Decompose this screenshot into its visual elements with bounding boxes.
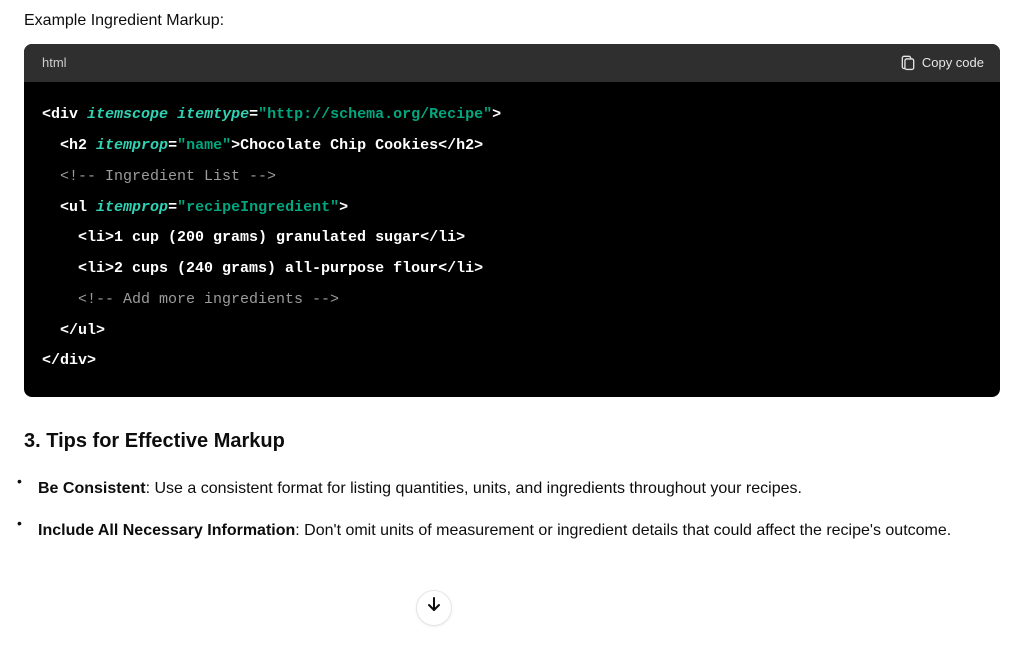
code-token: <li>2 cups (240 grams) all-purpose flour… (78, 260, 483, 277)
code-token: > (492, 106, 501, 123)
code-token: <ul (60, 199, 87, 216)
code-token: </div> (42, 352, 96, 369)
code-token: itemprop (96, 137, 168, 154)
code-token: itemscope (87, 106, 168, 123)
list-item: Be Consistent: Use a consistent format f… (24, 475, 1000, 503)
code-token: > (339, 199, 348, 216)
copy-code-button[interactable]: Copy code (901, 53, 984, 74)
code-header: html Copy code (24, 44, 1000, 83)
code-block: html Copy code <div itemscope itemtype="… (24, 44, 1000, 398)
tip-body: : Don't omit units of measurement or ing… (295, 522, 951, 539)
scroll-down-button[interactable] (416, 590, 452, 626)
code-token: <li>1 cup (200 grams) granulated sugar</… (78, 229, 465, 246)
arrow-down-icon (426, 595, 442, 621)
section-heading: 3. Tips for Effective Markup (24, 425, 1000, 457)
code-comment: <!-- Ingredient List --> (60, 168, 276, 185)
code-token: itemprop (96, 199, 168, 216)
clipboard-icon (901, 55, 915, 71)
tip-title: Include All Necessary Information (38, 522, 295, 539)
code-token: "name" (177, 137, 231, 154)
code-token: </ul> (60, 322, 105, 339)
code-language-label: html (42, 53, 67, 74)
code-token: itemtype (177, 106, 249, 123)
tip-body: : Use a consistent format for listing qu… (146, 480, 802, 497)
list-item: Include All Necessary Information: Don't… (24, 517, 1000, 545)
code-body: <div itemscope itemtype="http://schema.o… (24, 82, 1000, 397)
code-token: <div (42, 106, 78, 123)
tip-title: Be Consistent (38, 480, 146, 497)
code-token: "recipeIngredient" (177, 199, 339, 216)
copy-code-label: Copy code (922, 53, 984, 74)
tips-list: Be Consistent: Use a consistent format f… (24, 475, 1000, 545)
code-token: "http://schema.org/Recipe" (258, 106, 492, 123)
code-token: >Chocolate Chip Cookies</h2> (231, 137, 483, 154)
code-token: <h2 (60, 137, 87, 154)
intro-heading: Example Ingredient Markup: (24, 8, 1000, 34)
code-comment: <!-- Add more ingredients --> (78, 291, 339, 308)
